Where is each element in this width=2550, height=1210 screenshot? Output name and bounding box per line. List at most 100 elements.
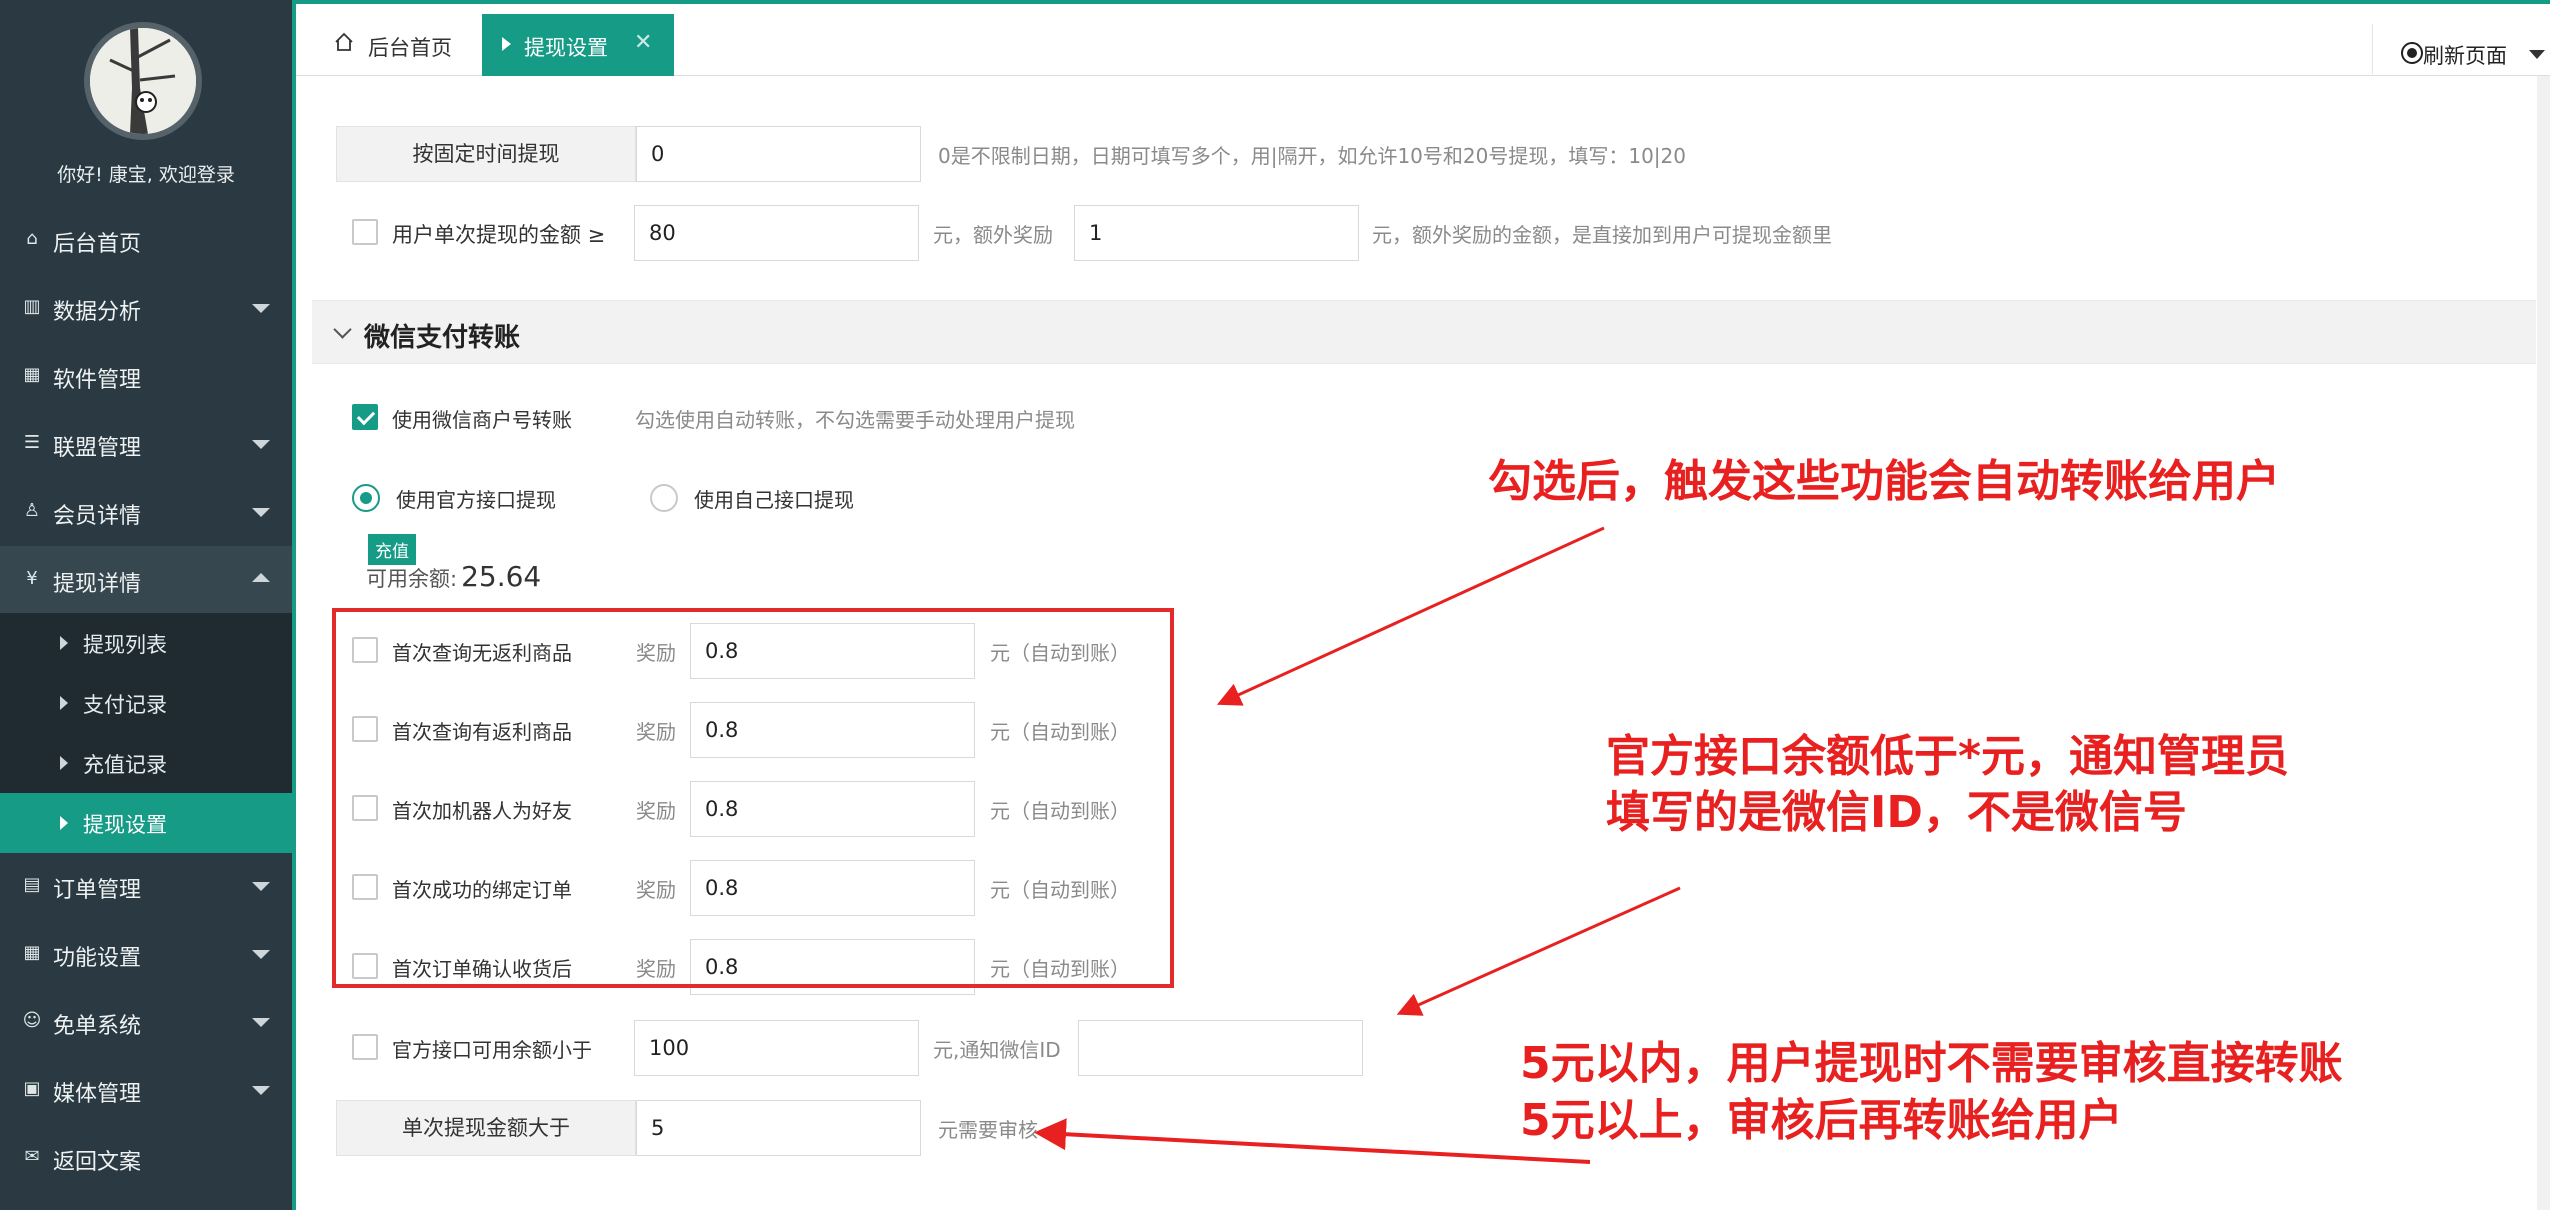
- sidebar-item-3[interactable]: ☰ 联盟管理: [0, 410, 292, 478]
- bonus-checkbox[interactable]: [352, 219, 378, 245]
- review-label: 单次提现金额大于: [336, 1100, 636, 1156]
- avatar[interactable]: [84, 22, 202, 140]
- caret-right-icon: [60, 636, 68, 650]
- sidebar-item-label: 免单系统: [53, 1014, 142, 1039]
- form-row-interface: 使用官方接口提现 使用自己接口提现: [336, 470, 1036, 526]
- radio-official[interactable]: [352, 484, 380, 512]
- sidebar-item-label: 返回文案: [53, 1150, 142, 1175]
- submenu-item-label: 提现列表: [83, 633, 167, 657]
- chevron-down-icon: [2529, 50, 2545, 59]
- annotation-auto-transfer: 勾选后，触发这些功能会自动转账给用户: [1488, 456, 2280, 507]
- chevron-down-icon: [252, 1018, 270, 1027]
- chevron-down-icon: [252, 950, 270, 959]
- balance-label: 可用余额:: [366, 567, 458, 591]
- sidebar-item-7[interactable]: ▦ 功能设置: [0, 920, 292, 988]
- sidebar-item-6[interactable]: ▤ 订单管理: [0, 852, 292, 920]
- annotation-review-2: 5元以上，审核后再转账给用户: [1520, 1095, 2123, 1146]
- scrollbar[interactable]: [2537, 76, 2550, 1210]
- refresh-page-button[interactable]: 刷新页面: [2372, 24, 2550, 74]
- close-icon[interactable]: ✕: [634, 30, 652, 55]
- sidebar-item-0[interactable]: ⌂ 后台首页: [0, 206, 292, 274]
- section-wechat-transfer[interactable]: 微信支付转账: [312, 300, 2536, 364]
- sidebar: 你好! 康宝, 欢迎登录 ⌂ 后台首页 ▥ 数据分析 ▦ 软件管理 ☰ 联盟管理 ♙ 会员详情 ¥ 提…: [0, 0, 296, 1210]
- submenu-item-3[interactable]: 提现设置: [0, 793, 292, 853]
- chevron-down-icon: [252, 508, 270, 517]
- home-icon: ⌂: [26, 228, 38, 249]
- submenu-item-label: 支付记录: [83, 693, 167, 717]
- avatar-image: [90, 28, 196, 134]
- sidebar-item-label: 后台首页: [53, 232, 142, 257]
- bonus-mid-text: 元，额外奖励: [933, 223, 1053, 247]
- sidebar-item-label: 数据分析: [53, 300, 142, 325]
- use-merchant-checkbox[interactable]: [352, 404, 378, 430]
- home-icon: [335, 32, 353, 51]
- image-icon: ▣: [23, 1078, 41, 1099]
- sidebar-item-2[interactable]: ▦ 软件管理: [0, 342, 292, 410]
- sidebar-item-label: 功能设置: [53, 946, 142, 971]
- submenu-item-2[interactable]: 充值记录: [0, 733, 292, 793]
- target-icon: [2401, 42, 2423, 64]
- tab-home-label: 后台首页: [368, 36, 452, 60]
- play-icon: [502, 37, 511, 51]
- bonus-reward-input[interactable]: 1: [1074, 205, 1359, 261]
- top-tab-bar: 后台首页 提现设置 ✕ 刷新页面: [296, 0, 2550, 76]
- sidebar-item-8[interactable]: ☺ 免单系统: [0, 988, 292, 1056]
- caret-right-icon: [60, 756, 68, 770]
- tab-active-label: 提现设置: [524, 36, 608, 60]
- low-balance-checkbox[interactable]: [352, 1034, 378, 1060]
- sidebar-item-9[interactable]: ▣ 媒体管理: [0, 1056, 292, 1124]
- tab-home[interactable]: 后台首页: [316, 14, 496, 76]
- low-balance-label: 官方接口可用余额小于: [392, 1038, 592, 1062]
- submenu-item-0[interactable]: 提现列表: [0, 613, 292, 673]
- review-input[interactable]: 5: [636, 1100, 921, 1156]
- chevron-down-icon: [252, 440, 270, 449]
- sidebar-item-label: 联盟管理: [53, 436, 142, 461]
- low-balance-input[interactable]: 100: [634, 1020, 919, 1076]
- radio-official-label: 使用官方接口提现: [396, 488, 556, 512]
- sidebar-item-label: 软件管理: [53, 368, 142, 393]
- chevron-up-icon: [252, 573, 270, 582]
- withdraw-submenu: 提现列表支付记录充值记录提现设置: [0, 613, 292, 853]
- yen-icon: ¥: [26, 568, 38, 589]
- bonus-hint: 元，额外奖励的金额，是直接加到用户可提现金额里: [1372, 223, 1832, 247]
- grid-icon: ▤: [23, 874, 41, 895]
- sidebar-item-label: 会员详情: [53, 504, 142, 529]
- sidebar-item-label: 提现详情: [53, 572, 142, 597]
- sidebar-item-label: 订单管理: [53, 878, 142, 903]
- fixed-time-input[interactable]: 0: [636, 126, 921, 182]
- annotation-highlight-box: [332, 608, 1174, 988]
- radio-own-label: 使用自己接口提现: [694, 488, 854, 512]
- caret-right-icon: [60, 696, 68, 710]
- bonus-amount-input[interactable]: 80: [634, 205, 919, 261]
- wechat-id-input[interactable]: [1078, 1020, 1363, 1076]
- chat-icon: ✉: [24, 1146, 40, 1167]
- bonus-label: 用户单次提现的金额 ≥: [392, 223, 606, 247]
- sidebar-item-4[interactable]: ♙ 会员详情: [0, 478, 292, 546]
- sidebar-item-10[interactable]: ✉ 返回文案: [0, 1124, 292, 1192]
- chevron-down-icon: [252, 882, 270, 891]
- radio-own[interactable]: [650, 484, 678, 512]
- submenu-item-1[interactable]: 支付记录: [0, 673, 292, 733]
- apps-icon: ▦: [23, 364, 41, 385]
- smile-icon: ☺: [22, 1010, 42, 1031]
- annotation-review-1: 5元以内，用户提现时不需要审核直接转账: [1520, 1038, 2343, 1089]
- tab-withdraw-settings[interactable]: 提现设置 ✕: [482, 14, 674, 76]
- apps-icon: ▦: [23, 942, 41, 963]
- sidebar-item-1[interactable]: ▥ 数据分析: [0, 274, 292, 342]
- caret-right-icon: [60, 816, 68, 830]
- available-balance: 可用余额: 25.64: [366, 560, 541, 593]
- submenu-item-label: 充值记录: [83, 753, 167, 777]
- use-merchant-label: 使用微信商户号转账: [392, 408, 572, 432]
- fixed-time-hint: 0是不限制日期，日期可填写多个，用|隔开，如允许10号和20号提现，填写：10|…: [938, 144, 1686, 168]
- section-title: 微信支付转账: [364, 323, 521, 353]
- annotation-low-balance-2: 填写的是微信ID，不是微信号: [1606, 787, 2187, 838]
- annotation-low-balance-1: 官方接口余额低于*元，通知管理员: [1606, 731, 2290, 782]
- sidebar-item-5[interactable]: ¥ 提现详情: [0, 546, 292, 614]
- sidebar-item-label: 媒体管理: [53, 1082, 142, 1107]
- analytics-icon: ▥: [23, 296, 41, 317]
- settings-form: 按固定时间提现 0 0是不限制日期，日期可填写多个，用|隔开，如允许10号和20…: [312, 76, 2550, 1200]
- refresh-label: 刷新页面: [2423, 44, 2507, 68]
- list-icon: ☰: [23, 432, 41, 453]
- chevron-down-icon: [333, 320, 352, 339]
- submenu-item-label: 提现设置: [83, 813, 167, 837]
